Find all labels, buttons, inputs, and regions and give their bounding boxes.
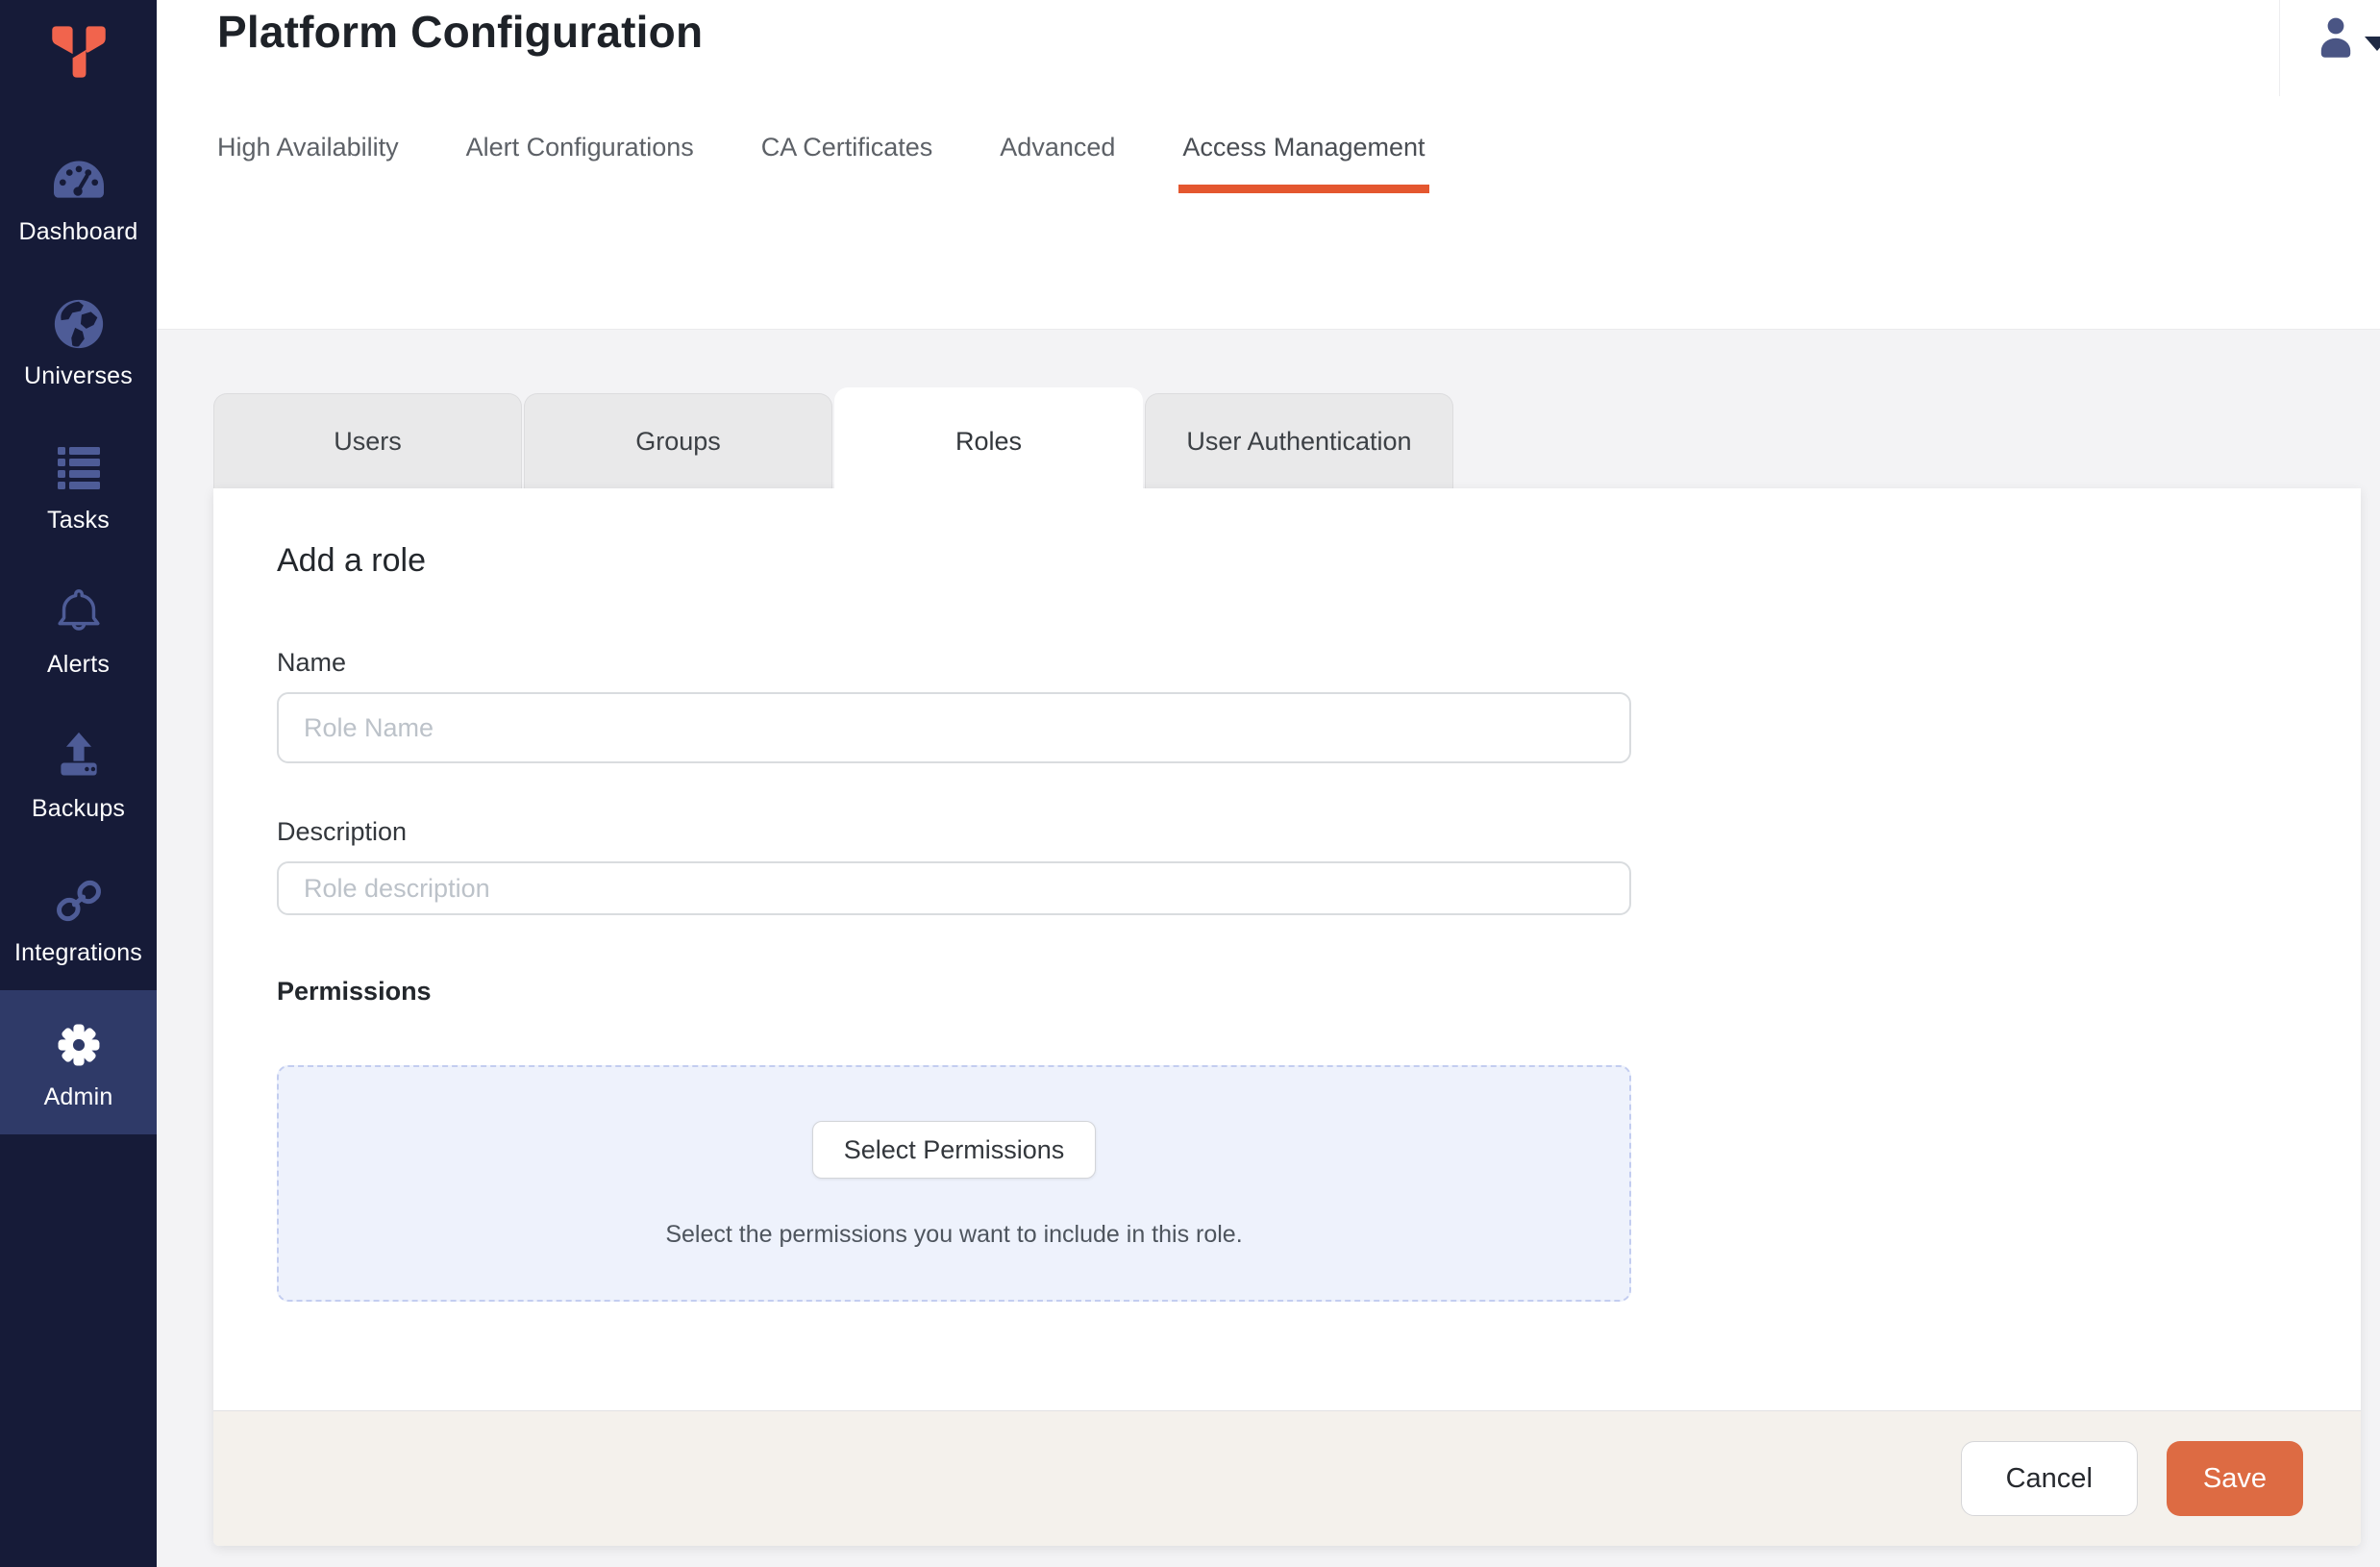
- platform-configuration-screen: Dashboard Universes: [0, 0, 2380, 1567]
- sidebar-item-dashboard[interactable]: Dashboard: [0, 125, 157, 269]
- sidebar-item-label: Integrations: [14, 939, 142, 967]
- tab-high-availability[interactable]: High Availability: [217, 133, 399, 193]
- header-divider: [2279, 0, 2280, 96]
- header-tabs: High Availability Alert Configurations C…: [217, 133, 1426, 193]
- tab-ca-certificates[interactable]: CA Certificates: [761, 133, 933, 193]
- globe-icon: [51, 293, 107, 355]
- tab-access-management[interactable]: Access Management: [1182, 133, 1425, 193]
- select-permissions-button[interactable]: Select Permissions: [812, 1121, 1097, 1179]
- page-title: Platform Configuration: [217, 6, 703, 58]
- description-label: Description: [277, 817, 407, 847]
- sidebar-item-label: Backups: [32, 795, 125, 823]
- access-management-subtabs: Users Groups Roles User Authentication: [213, 387, 1453, 495]
- sidebar-item-label: Admin: [44, 1083, 113, 1111]
- list-icon: [52, 437, 106, 499]
- user-menu-button[interactable]: [2313, 13, 2359, 66]
- subtab-groups[interactable]: Groups: [524, 393, 832, 488]
- save-button[interactable]: Save: [2167, 1441, 2303, 1516]
- sidebar-item-label: Alerts: [47, 651, 110, 679]
- sidebar-item-label: Universes: [24, 362, 133, 390]
- add-role-form: Add a role Name Description Permissions …: [213, 488, 2361, 1410]
- sidebar-item-label: Dashboard: [18, 218, 137, 246]
- role-name-input[interactable]: [277, 692, 1631, 763]
- sidebar-item-universes[interactable]: Universes: [0, 269, 157, 413]
- sidebar: Dashboard Universes: [0, 0, 157, 1567]
- form-footer: Cancel Save: [213, 1410, 2361, 1546]
- name-label: Name: [277, 648, 346, 678]
- permissions-label: Permissions: [277, 977, 432, 1007]
- sidebar-item-backups[interactable]: Backups: [0, 702, 157, 846]
- sidebar-nav: Dashboard Universes: [0, 125, 157, 1134]
- yugabyte-logo-icon[interactable]: [0, 0, 157, 125]
- role-description-input[interactable]: [277, 861, 1631, 915]
- permissions-panel: Select Permissions Select the permission…: [277, 1065, 1631, 1302]
- permissions-hint: Select the permissions you want to inclu…: [665, 1221, 1242, 1249]
- form-heading: Add a role: [277, 542, 426, 580]
- access-management-content: Users Groups Roles User Authentication A…: [157, 330, 2380, 1567]
- plug-icon: [50, 870, 108, 932]
- upload-icon: [52, 726, 106, 787]
- gauge-icon: [49, 149, 109, 211]
- cancel-button[interactable]: Cancel: [1961, 1441, 2138, 1516]
- sidebar-item-label: Tasks: [47, 507, 110, 535]
- chevron-down-icon[interactable]: [2365, 37, 2380, 51]
- gear-icon: [52, 1014, 106, 1076]
- add-role-card: Add a role Name Description Permissions …: [213, 488, 2361, 1546]
- sidebar-item-tasks[interactable]: Tasks: [0, 413, 157, 558]
- sidebar-item-alerts[interactable]: Alerts: [0, 558, 157, 702]
- person-icon: [2313, 13, 2359, 66]
- subtab-roles[interactable]: Roles: [834, 387, 1143, 495]
- tab-alert-configurations[interactable]: Alert Configurations: [466, 133, 694, 193]
- subtab-users[interactable]: Users: [213, 393, 522, 488]
- bell-icon: [51, 582, 107, 643]
- yugabyte-logo-svg: [48, 23, 110, 81]
- sidebar-item-admin[interactable]: Admin: [0, 990, 157, 1134]
- tab-advanced[interactable]: Advanced: [1000, 133, 1115, 193]
- subtab-user-authentication[interactable]: User Authentication: [1145, 393, 1453, 488]
- page-header: Platform Configuration High Availability…: [157, 0, 2380, 330]
- sidebar-item-integrations[interactable]: Integrations: [0, 846, 157, 990]
